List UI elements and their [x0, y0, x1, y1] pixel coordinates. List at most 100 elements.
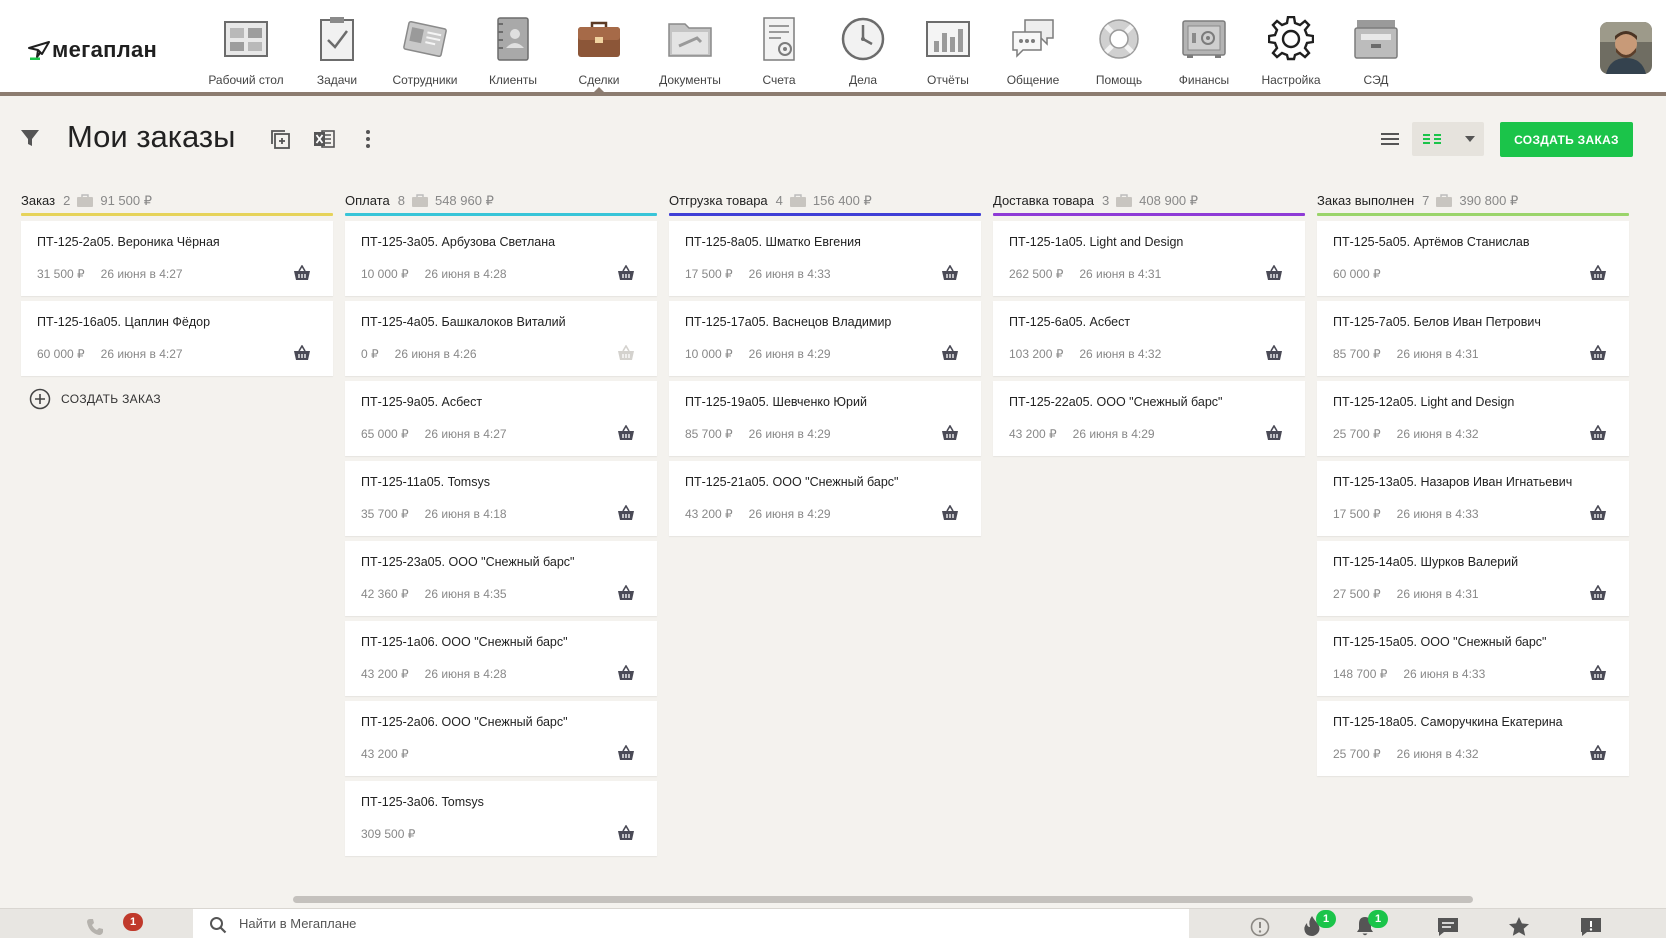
basket-icon[interactable] — [1589, 504, 1607, 521]
nav-item-lifebuoy[interactable]: Помощь — [1076, 0, 1162, 92]
order-card[interactable]: ПТ-125-12а05. Light and Design 25 700 ₽ 26… — [1317, 381, 1629, 456]
basket-icon[interactable] — [1265, 264, 1283, 281]
nav-item-documents[interactable]: Документы — [642, 0, 738, 92]
chevron-down-icon[interactable] — [1464, 135, 1476, 143]
column-header[interactable]: Заказ 2 91 500 ₽ — [21, 188, 333, 213]
order-date: 26 июня в 4:31 — [1396, 587, 1479, 601]
order-card[interactable]: ПТ-125-9а05. Асбест 65 000 ₽ 26 июня в 4:2… — [345, 381, 657, 456]
basket-icon[interactable] — [941, 424, 959, 441]
column-title: Отгрузка товара — [669, 193, 768, 208]
order-card[interactable]: ПТ-125-7а05. Белов Иван Петрович 85 700 ₽… — [1317, 301, 1629, 376]
order-card[interactable]: ПТ-125-22а05. ООО "Снежный барс" 43 200 ₽… — [993, 381, 1305, 456]
nav-item-reports[interactable]: Отчёты — [906, 0, 990, 92]
nav-item-clients[interactable]: Клиенты — [470, 0, 556, 92]
search-input[interactable] — [239, 916, 1039, 931]
list-view-icon[interactable] — [1372, 122, 1408, 156]
star-icon[interactable] — [1508, 916, 1530, 938]
alert-circle-icon[interactable] — [1250, 917, 1270, 938]
order-card[interactable]: ПТ-125-5а05. Артёмов Станислав 60 000 ₽ — [1317, 221, 1629, 296]
order-amount: 43 200 ₽ — [685, 507, 733, 521]
nav-item-employees[interactable]: Сотрудники — [380, 0, 470, 92]
nav-item-safe[interactable]: Финансы — [1162, 0, 1246, 92]
order-card[interactable]: ПТ-125-15а05. ООО "Снежный барс" 148 700 … — [1317, 621, 1629, 696]
order-card[interactable]: ПТ-125-14а05. Шурков Валерий 27 500 ₽ 26 и… — [1317, 541, 1629, 616]
basket-icon[interactable] — [941, 504, 959, 521]
order-date: 26 июня в 4:18 — [424, 507, 507, 521]
basket-icon[interactable] — [1265, 424, 1283, 441]
create-order-label: СОЗДАТЬ ЗАКАЗ — [61, 392, 161, 406]
basket-icon[interactable] — [617, 344, 635, 361]
user-avatar[interactable] — [1600, 22, 1652, 74]
column-header[interactable]: Заказ выполнен 7 390 800 ₽ — [1317, 188, 1629, 213]
order-card[interactable]: ПТ-125-2а05. Вероника Чёрная 31 500 ₽ 26 и… — [21, 221, 333, 296]
excel-export-icon[interactable] — [313, 128, 335, 155]
basket-icon[interactable] — [941, 264, 959, 281]
chat-icon[interactable] — [1437, 917, 1459, 938]
main-navigation: Рабочий стол Задачи Сотрудники Клиенты Сделк… — [198, 0, 1416, 92]
order-card[interactable]: ПТ-125-18а05. Саморучкина Екатерина 25 70… — [1317, 701, 1629, 776]
order-card[interactable]: ПТ-125-21а05. ООО "Снежный барс" 43 200 ₽… — [669, 461, 981, 536]
order-amount: 43 200 ₽ — [1009, 427, 1057, 441]
kanban-column: Отгрузка товара 4 156 400 ₽ ПТ-125-8а05. Шм… — [669, 188, 981, 541]
basket-icon[interactable] — [617, 584, 635, 601]
order-title: ПТ-125-5а05. Артёмов Станислав — [1333, 235, 1530, 249]
nav-item-invoices[interactable]: Счета — [738, 0, 820, 92]
order-card[interactable]: ПТ-125-4а05. Башкалоков Виталий 0 ₽ 26 июн… — [345, 301, 657, 376]
create-order-button[interactable]: СОЗДАТЬ ЗАКАЗ — [1500, 122, 1633, 157]
order-amount: 65 000 ₽ — [361, 427, 409, 441]
feedback-icon[interactable] — [1580, 917, 1602, 938]
basket-icon[interactable] — [617, 664, 635, 681]
global-search-box[interactable] — [193, 909, 1189, 938]
column-header[interactable]: Оплата 8 548 960 ₽ — [345, 188, 657, 213]
order-card[interactable]: ПТ-125-8а05. Шматко Евгения 17 500 ₽ 26 ию… — [669, 221, 981, 296]
search-icon — [210, 916, 227, 933]
nav-item-gear[interactable]: Настройка — [1246, 0, 1336, 92]
nav-label: Общение — [1006, 73, 1060, 87]
basket-icon[interactable] — [617, 424, 635, 441]
copy-add-icon[interactable] — [269, 128, 291, 155]
order-card[interactable]: ПТ-125-11а05. Tomsys 35 700 ₽ 26 июня в 4:… — [345, 461, 657, 536]
basket-icon[interactable] — [293, 264, 311, 281]
basket-icon[interactable] — [1589, 344, 1607, 361]
order-card[interactable]: ПТ-125-2а06. ООО "Снежный барс" 43 200 ₽ — [345, 701, 657, 776]
kanban-view-toggle[interactable] — [1412, 122, 1484, 156]
order-card[interactable]: ПТ-125-13а05. Назаров Иван Игнатьевич 17 … — [1317, 461, 1629, 536]
order-card[interactable]: ПТ-125-3а05. Арбузова Светлана 10 000 ₽ 26… — [345, 221, 657, 296]
basket-icon[interactable] — [1589, 584, 1607, 601]
nav-item-tasks[interactable]: Задачи — [294, 0, 380, 92]
basket-icon[interactable] — [1589, 744, 1607, 761]
order-card[interactable]: ПТ-125-16а05. Цаплин Фёдор 60 000 ₽ 26 июн… — [21, 301, 333, 376]
horizontal-scrollbar-thumb[interactable] — [293, 896, 1473, 903]
order-card[interactable]: ПТ-125-1а06. ООО "Снежный барс" 43 200 ₽ 2… — [345, 621, 657, 696]
basket-icon[interactable] — [617, 264, 635, 281]
nav-item-edms[interactable]: СЭД — [1336, 0, 1416, 92]
order-card[interactable]: ПТ-125-19а05. Шевченко Юрий 85 700 ₽ 26 ию… — [669, 381, 981, 456]
basket-icon[interactable] — [617, 824, 635, 841]
basket-icon[interactable] — [941, 344, 959, 361]
nav-item-clock[interactable]: Дела — [820, 0, 906, 92]
order-title: ПТ-125-21а05. ООО "Снежный барс" — [685, 475, 899, 489]
basket-icon[interactable] — [1589, 424, 1607, 441]
more-vertical-icon[interactable] — [362, 128, 374, 155]
basket-icon[interactable] — [617, 504, 635, 521]
basket-icon[interactable] — [293, 344, 311, 361]
column-header[interactable]: Отгрузка товара 4 156 400 ₽ — [669, 188, 981, 213]
order-card[interactable]: ПТ-125-3а06. Tomsys 309 500 ₽ — [345, 781, 657, 856]
phone-icon[interactable] — [86, 918, 104, 938]
basket-icon[interactable] — [617, 744, 635, 761]
nav-item-desktop[interactable]: Рабочий стол — [198, 0, 294, 92]
nav-item-deals[interactable]: Сделки — [556, 0, 642, 92]
column-header[interactable]: Доставка товара 3 408 900 ₽ — [993, 188, 1305, 213]
order-card[interactable]: ПТ-125-17а05. Васнецов Владимир 10 000 ₽ 2… — [669, 301, 981, 376]
megaplan-logo[interactable]: мегаплан — [28, 34, 157, 66]
basket-icon[interactable] — [1589, 664, 1607, 681]
basket-icon[interactable] — [1265, 344, 1283, 361]
nav-item-chat[interactable]: Общение — [990, 0, 1076, 92]
order-card[interactable]: ПТ-125-23а05. ООО "Снежный барс" 42 360 ₽… — [345, 541, 657, 616]
order-card[interactable]: ПТ-125-6а05. Асбест 103 200 ₽ 26 июня в 4:… — [993, 301, 1305, 376]
basket-icon[interactable] — [1589, 264, 1607, 281]
order-title: ПТ-125-13а05. Назаров Иван Игнатьевич — [1333, 475, 1573, 489]
order-card[interactable]: ПТ-125-1а05. Light and Design 262 500 ₽26… — [993, 221, 1305, 296]
column-create-order-link[interactable]: СОЗДАТЬ ЗАКАЗ — [21, 381, 333, 417]
filter-icon[interactable] — [20, 128, 40, 153]
